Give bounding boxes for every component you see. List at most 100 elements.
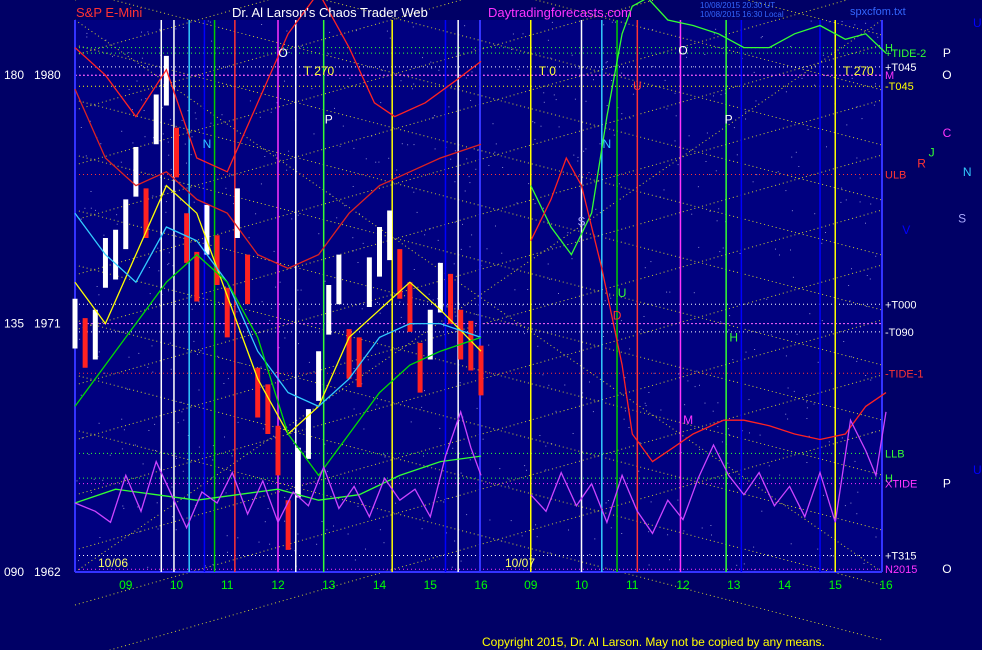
star-dot [380, 102, 382, 104]
star-dot [875, 255, 877, 257]
star-dot [632, 93, 634, 95]
star-dot [121, 448, 123, 450]
star-dot [495, 143, 497, 145]
star-dot [713, 33, 715, 35]
planet-glyph: N [963, 165, 972, 179]
star-dot [609, 295, 611, 297]
star-dot [558, 126, 560, 128]
star-dot [715, 170, 717, 172]
star-dot [79, 338, 81, 340]
star-dot [551, 21, 553, 23]
star-dot [720, 94, 722, 96]
star-dot [849, 304, 851, 305]
star-dot [88, 454, 90, 455]
star-dot [705, 161, 707, 162]
star-dot [90, 207, 92, 209]
star-dot [653, 372, 655, 374]
star-dot [476, 407, 478, 409]
star-dot [428, 293, 430, 295]
star-dot [128, 52, 130, 54]
star-dot [677, 164, 679, 166]
star-dot [693, 292, 695, 294]
star-dot [718, 208, 720, 210]
star-dot [471, 71, 473, 73]
star-dot [126, 388, 128, 390]
star-dot [454, 181, 456, 183]
x-tick-hour: 13 [322, 578, 336, 592]
star-dot [768, 465, 770, 467]
star-dot [736, 154, 738, 156]
star-dot [148, 267, 150, 268]
star-dot [260, 183, 262, 185]
star-dot [198, 301, 200, 303]
star-dot [401, 143, 403, 145]
star-dot [76, 480, 78, 482]
star-dot [743, 563, 745, 565]
star-dot [543, 101, 545, 103]
star-dot [589, 381, 590, 383]
star-dot [709, 210, 711, 212]
star-dot [223, 383, 225, 384]
x-tick-hour: 11 [626, 578, 639, 592]
star-dot [339, 145, 341, 147]
star-dot [846, 124, 848, 126]
star-dot [379, 529, 381, 531]
star-dot [221, 114, 223, 116]
star-dot [438, 496, 440, 498]
star-dot [264, 156, 266, 157]
star-dot [142, 463, 144, 465]
site-link[interactable]: Daytradingforecasts.com [488, 6, 632, 19]
x-tick-hour: 11 [221, 578, 234, 592]
star-dot [851, 77, 853, 79]
star-dot [610, 527, 612, 529]
star-dot [779, 474, 781, 476]
star-dot [78, 560, 79, 562]
star-dot [434, 115, 436, 117]
star-dot [583, 150, 585, 152]
star-dot [798, 166, 800, 167]
star-dot [156, 502, 158, 504]
star-dot [395, 502, 396, 504]
star-dot [275, 286, 277, 288]
y-tick-price: 1971 [34, 317, 61, 331]
star-dot [169, 342, 171, 344]
star-dot [785, 91, 787, 93]
star-dot [120, 161, 122, 163]
star-dot [877, 36, 879, 38]
star-dot [357, 505, 359, 507]
star-dot [212, 459, 214, 461]
star-dot [90, 492, 92, 493]
star-dot [381, 69, 383, 71]
star-dot [572, 433, 574, 434]
star-dot [336, 217, 338, 219]
star-dot [159, 28, 161, 30]
star-dot [155, 450, 156, 451]
star-dot [475, 168, 477, 170]
planet-glyph: P [943, 477, 951, 491]
chaos-chart: 180 1980 135 1971 090 1962 10/06 09 10 11 12 13 14 15… [4, 0, 982, 650]
star-dot [844, 505, 846, 507]
star-dot [558, 293, 559, 294]
star-dot [157, 247, 159, 249]
star-dot [720, 321, 722, 323]
star-dot [555, 99, 557, 101]
data-file-name: spxcfom.txt [850, 6, 906, 18]
star-dot [131, 109, 133, 111]
star-dot [547, 263, 549, 265]
star-dot [193, 201, 195, 203]
star-dot [454, 150, 456, 152]
star-dot [422, 517, 424, 519]
star-dot [389, 37, 391, 39]
star-dot [297, 214, 299, 216]
star-dot [851, 356, 853, 358]
star-dot [625, 410, 626, 412]
star-dot [297, 533, 299, 535]
star-dot [698, 246, 700, 248]
star-dot [212, 564, 214, 566]
star-dot [388, 157, 390, 159]
star-dot [745, 351, 747, 353]
star-dot [170, 368, 172, 370]
star-dot [138, 352, 140, 354]
star-dot [151, 345, 153, 347]
star-dot [182, 27, 184, 28]
